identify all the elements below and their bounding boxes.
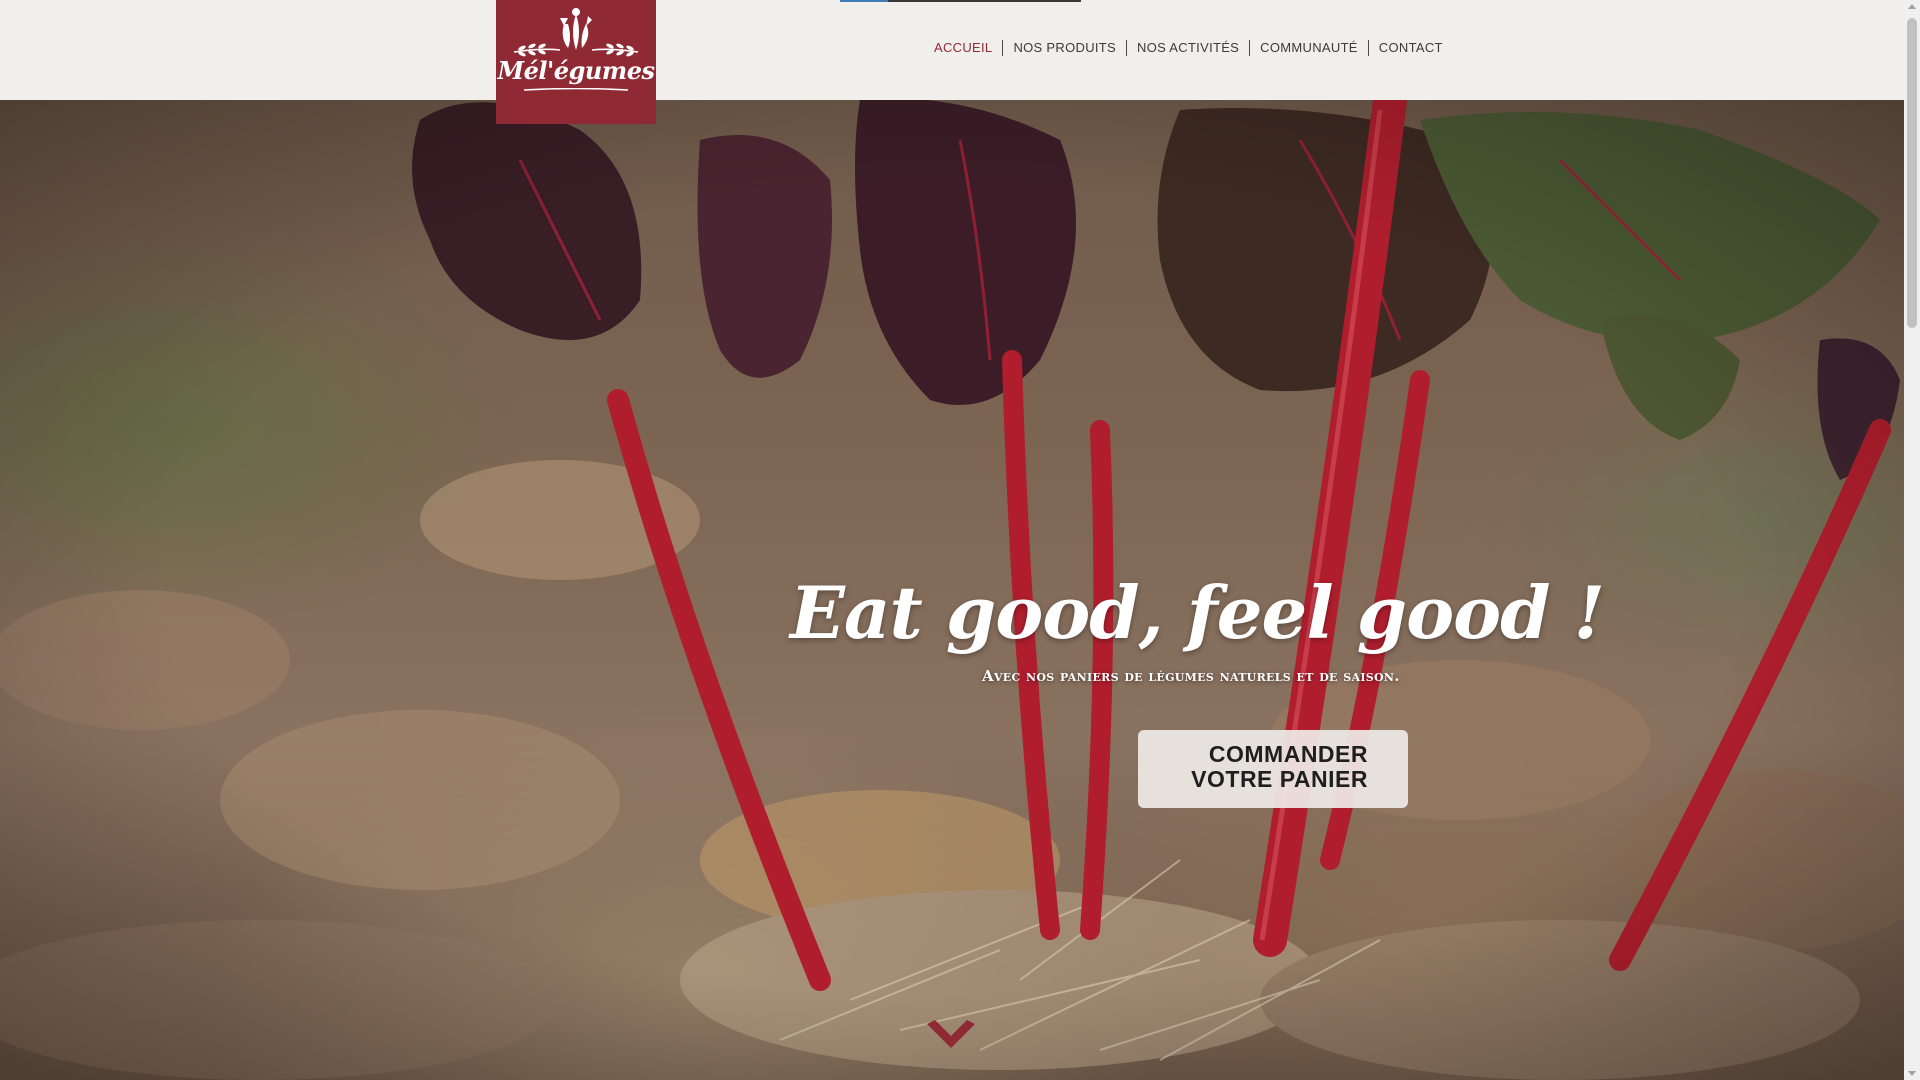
nav-item-contact[interactable]: CONTACT (1369, 40, 1453, 56)
scroll-up-arrow-icon[interactable] (1908, 4, 1916, 9)
cta-line-2: VOTRE PANIER (1191, 766, 1368, 792)
hero-subtitle: Avec nos paniers de légumes naturels et … (982, 667, 1400, 685)
site-header: ACCUEIL NOS PRODUITS NOS ACTIVITÉS COMMU… (0, 0, 1900, 100)
scrollbar-thumb[interactable] (1907, 18, 1917, 328)
scroll-down-arrow-icon[interactable] (1908, 1071, 1916, 1076)
main-nav: ACCUEIL NOS PRODUITS NOS ACTIVITÉS COMMU… (924, 40, 1453, 56)
nav-item-nos-activites[interactable]: NOS ACTIVITÉS (1127, 40, 1249, 56)
nav-item-accueil[interactable]: ACCUEIL (924, 40, 1002, 56)
cta-line-1: COMMANDER (1208, 741, 1368, 767)
order-basket-button[interactable]: COMMANDER VOTRE PANIER (1138, 730, 1408, 808)
top-progress-accent (840, 0, 888, 2)
nav-item-nos-produits[interactable]: NOS PRODUITS (1003, 40, 1126, 56)
logo-wordmark: Mél'égumes (497, 56, 655, 85)
hero-title: Eat good, feel good ! (790, 570, 1605, 655)
chevron-down-icon[interactable] (925, 1020, 977, 1054)
page-scrollbar[interactable] (1904, 0, 1920, 1080)
logo-underline (523, 88, 629, 91)
nav-item-communaute[interactable]: COMMUNAUTÉ (1250, 40, 1368, 56)
site-logo[interactable]: Mél'égumes (496, 0, 656, 124)
vegetable-bouquet-icon (513, 8, 639, 57)
hero-section: Eat good, feel good ! Avec nos paniers d… (0, 100, 1904, 1080)
